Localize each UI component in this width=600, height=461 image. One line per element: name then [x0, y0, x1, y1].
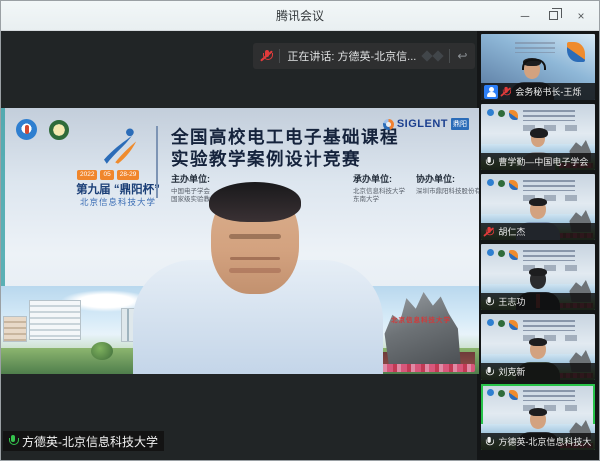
mic-on-icon: [484, 436, 493, 448]
muted-mic-icon: [501, 86, 510, 98]
participant-tile-5[interactable]: 刘克新: [481, 314, 595, 380]
participant-tile-6-active[interactable]: 方德英-北京信息科技大学: [481, 384, 595, 450]
speaking-banner-text: 正在讲话: 方德英-北京信...: [287, 48, 416, 64]
minimize-button[interactable]: ─: [513, 5, 537, 27]
participant-label: 会务秘书长-王烁: [481, 83, 595, 100]
main-speaker-video: [1, 108, 479, 374]
participant-tile-4[interactable]: 王志功: [481, 244, 595, 310]
speaker-name: 方德英-北京信息科技大学: [22, 433, 158, 450]
participant-label: 曹学勤—中国电子学会: [481, 153, 595, 170]
participant-label: 胡仁杰: [481, 223, 595, 240]
restore-icon: [549, 11, 558, 20]
host-badge-icon: [484, 85, 498, 99]
layout-icon: [433, 50, 444, 61]
divider: [279, 49, 280, 63]
title-bar: 腾讯会议 ─ ×: [1, 1, 599, 31]
participant-label: 方德英-北京信息科技大学: [481, 433, 595, 450]
mic-on-icon: [484, 156, 493, 168]
main-video: 2022 05 28-29 第九届 “鼎阳杯” 北京信息科技大学 全国高校电工电…: [1, 108, 479, 374]
speaking-banner[interactable]: 正在讲话: 方德英-北京信... ↩: [253, 43, 475, 69]
mic-on-icon: [7, 434, 18, 448]
reply-arrow-icon[interactable]: ↩: [457, 50, 467, 62]
layout-icons[interactable]: [423, 52, 442, 60]
runner-logo-small: [567, 42, 585, 62]
muted-mic-icon: [484, 226, 493, 238]
muted-mic-icon: [261, 49, 272, 63]
logo-icons-small: [487, 109, 494, 116]
mic-on-icon: [484, 366, 493, 378]
meeting-content: 正在讲话: 方德英-北京信... ↩: [1, 31, 599, 460]
window-controls: ─ ×: [513, 1, 593, 30]
meeting-window: 腾讯会议 ─ × 正在讲话: 方德英-北京信... ↩: [0, 0, 600, 461]
restore-button[interactable]: [541, 5, 565, 27]
divider: [449, 49, 450, 63]
mic-on-icon: [484, 296, 493, 308]
participant-tile-3[interactable]: 胡仁杰: [481, 174, 595, 240]
window-title: 腾讯会议: [1, 7, 599, 24]
participant-sidebar: 会务秘书长-王烁 曹学勤—中国电子学会: [477, 31, 599, 460]
layout-icon: [422, 50, 433, 61]
active-speaker-label: 方德英-北京信息科技大学: [3, 431, 164, 451]
participant-tile-1[interactable]: 会务秘书长-王烁: [481, 34, 595, 100]
participant-tile-2[interactable]: 曹学勤—中国电子学会: [481, 104, 595, 170]
participant-label: 王志功: [481, 293, 595, 310]
speaker-head: [211, 186, 299, 294]
participant-label: 刘克新: [481, 363, 595, 380]
main-stage: 正在讲话: 方德英-北京信... ↩: [1, 31, 477, 460]
close-button[interactable]: ×: [569, 5, 593, 27]
